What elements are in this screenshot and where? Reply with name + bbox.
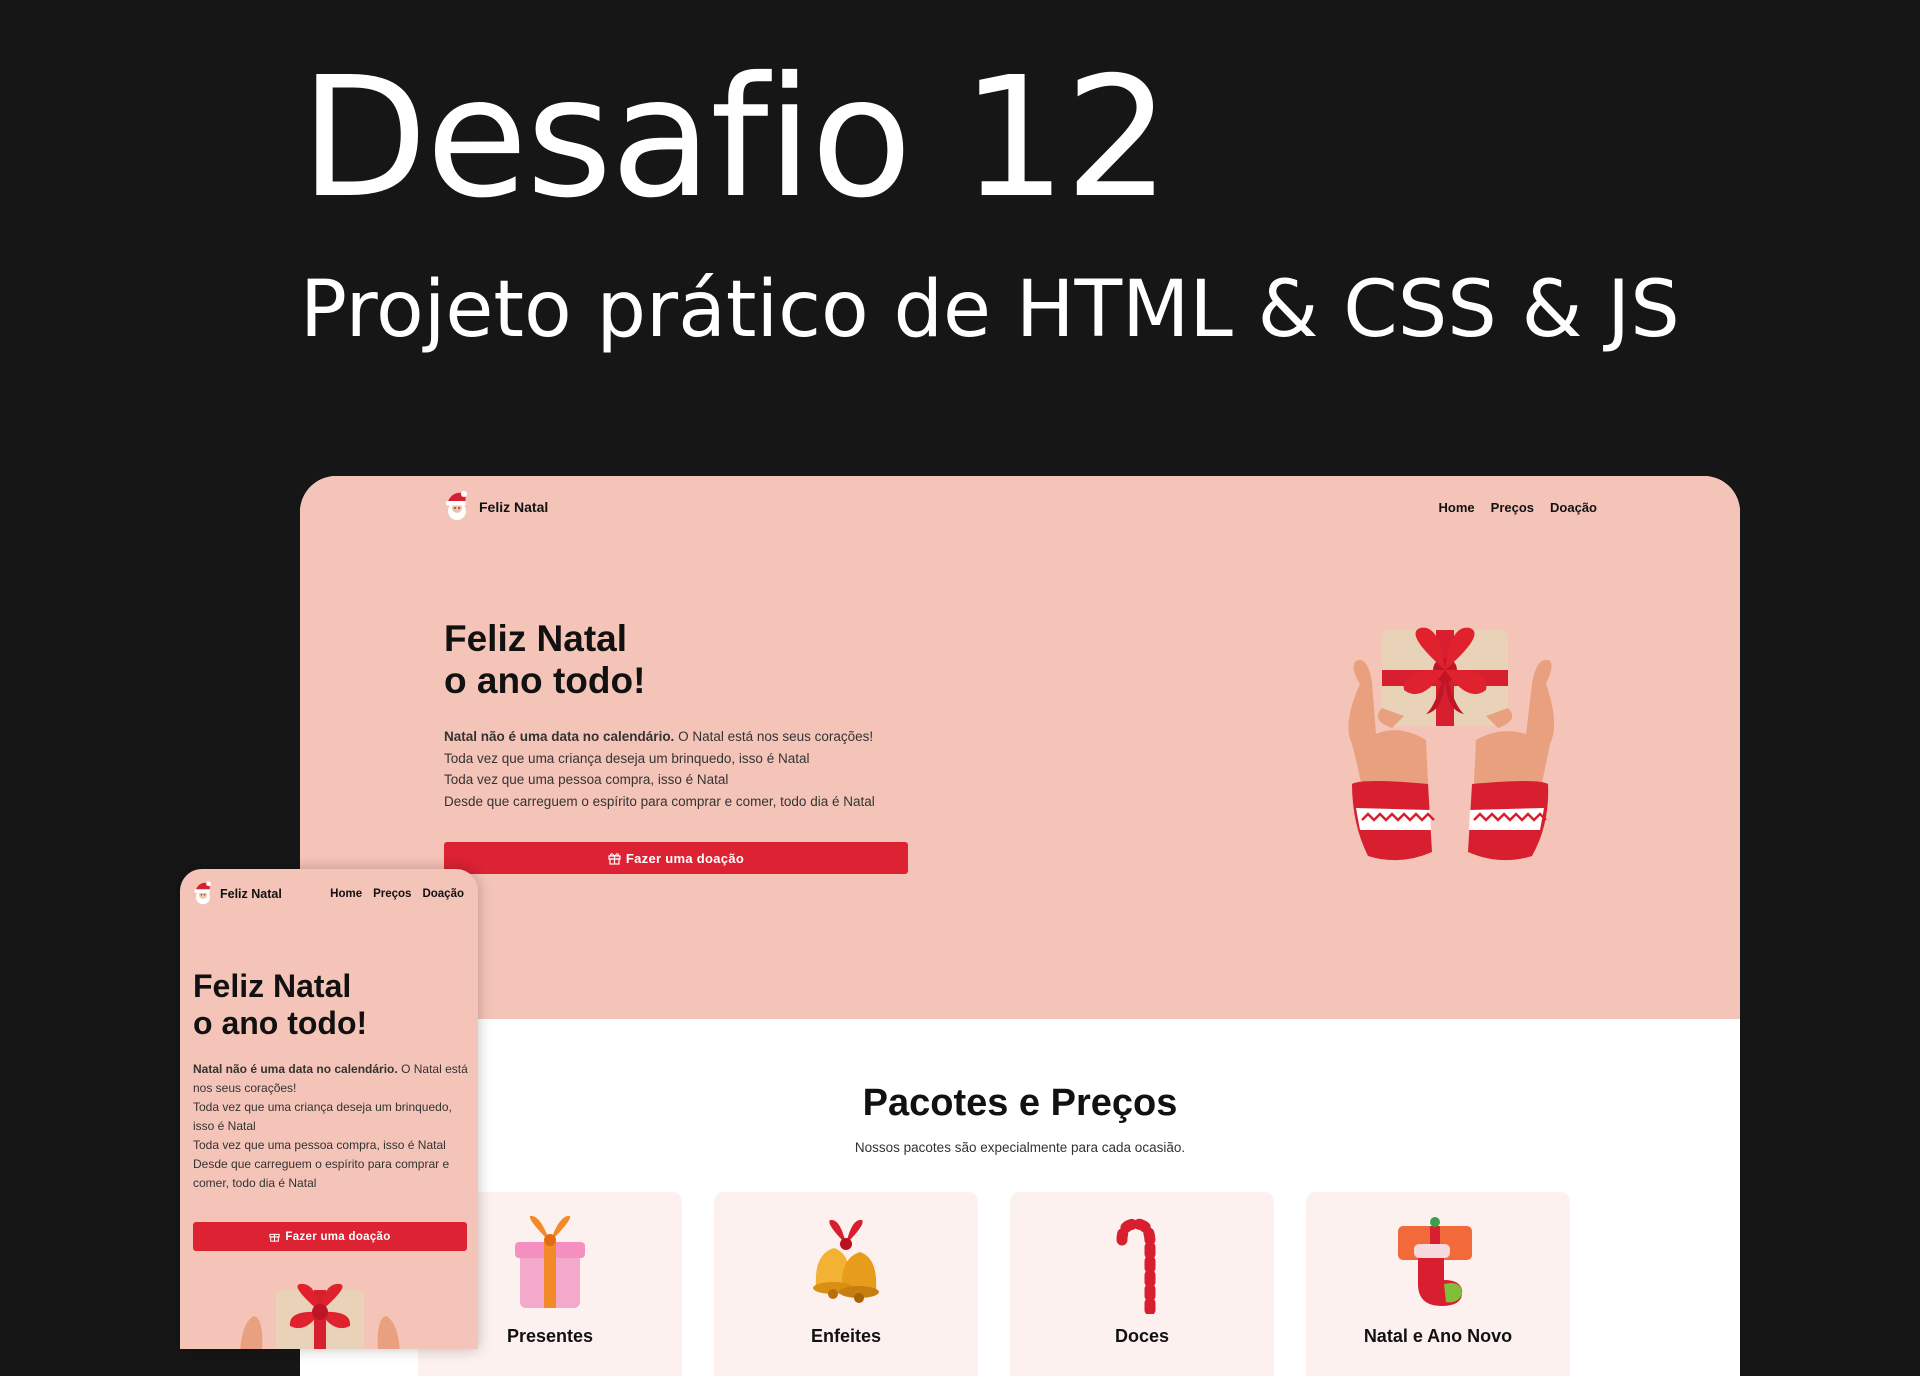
mobile-nav-home-link[interactable]: Home	[330, 888, 362, 900]
donate-button[interactable]: Fazer uma doação	[444, 842, 908, 874]
nav-precos-link[interactable]: Preços	[1491, 500, 1534, 515]
section-subtitle: Nossos pacotes são expecialmente para ca…	[854, 1140, 1186, 1155]
hands-holding-gift-icon	[1348, 627, 1555, 861]
navbar: Feliz Natal Home Preços Doação	[443, 490, 1597, 524]
card-title: Enfeites	[810, 1326, 882, 1346]
santa-logo-icon	[194, 881, 211, 905]
card-enfeites[interactable]: Enfeites	[714, 1192, 978, 1376]
hands-holding-gift-icon	[240, 1283, 400, 1349]
mobile-donate-button[interactable]: Fazer uma doação	[193, 1222, 467, 1251]
nav-links: Home Preços Doação	[1439, 500, 1597, 515]
desktop-mockup: Feliz Natal Home Preços Doação Feliz Nat…	[300, 476, 1740, 1376]
gift-small-icon	[608, 852, 621, 865]
mobile-brand-name: Feliz Natal	[220, 887, 282, 901]
gift-small-icon	[269, 1233, 281, 1242]
mobile-donate-button-label: Fazer uma doação	[285, 1230, 391, 1243]
section-title: Pacotes e Preços	[862, 1082, 1178, 1124]
gift-icon	[515, 1215, 585, 1308]
bells-icon	[813, 1219, 879, 1303]
candy-cane-icon	[1116, 1218, 1156, 1314]
mobile-hero-text-bold: Natal não é uma data no calendário.	[193, 1062, 398, 1076]
mobile-hero-title-line2: o ano todo!	[193, 1005, 368, 1041]
card-title: Doces	[1114, 1326, 1170, 1346]
mobile-brand[interactable]: Feliz Natal	[192, 880, 282, 908]
mobile-navbar: Feliz Natal Home Preços Doação	[192, 879, 464, 909]
stocking-icon	[1398, 1217, 1472, 1306]
mobile-nav-precos-link[interactable]: Preços	[373, 888, 411, 900]
mobile-hero-text-line2: Toda vez que uma criança deseja um brinq…	[193, 1100, 452, 1133]
mobile-nav-links: Home Preços Doação	[330, 888, 464, 900]
donate-button-label: Fazer uma doação	[625, 850, 745, 866]
hero-text-bold: Natal não é uma data no calendário.	[444, 729, 675, 744]
hero-text-line4: Desde que carreguem o espírito para comp…	[444, 793, 875, 809]
mobile-mockup: Feliz Natal Home Preços Doação Feliz Nat…	[180, 869, 478, 1349]
page-title: Desafio 12	[300, 42, 1170, 235]
mobile-hero-title-line1: Feliz Natal	[193, 968, 352, 1004]
hero-text: Natal não é uma data no calendário. O Na…	[444, 726, 944, 812]
hero-title-line2: o ano todo!	[444, 660, 646, 701]
hero-text-rest: O Natal está nos seus corações!	[674, 729, 874, 744]
nav-home-link[interactable]: Home	[1439, 500, 1475, 515]
mobile-hero-text-line3: Toda vez que uma pessoa compra, isso é N…	[193, 1138, 446, 1152]
brand-name: Feliz Natal	[479, 499, 549, 515]
mobile-hero-text-line4: Desde que carreguem o espírito para comp…	[193, 1157, 450, 1190]
nav-doacao-link[interactable]: Doação	[1550, 500, 1597, 515]
card-natal-ano-novo[interactable]: Natal e Ano Novo	[1306, 1192, 1570, 1376]
hero-title: Feliz Natal o ano todo!	[444, 618, 645, 702]
mobile-hero-text: Natal não é uma data no calendário. O Na…	[193, 1060, 475, 1193]
card-doces[interactable]: Doces	[1010, 1192, 1274, 1376]
mobile-hero-title: Feliz Natal o ano todo!	[193, 968, 367, 1042]
page-subtitle: Projeto prático de HTML & CSS & JS	[300, 265, 1680, 355]
mobile-nav-doacao-link[interactable]: Doação	[422, 888, 464, 900]
hero-title-line1: Feliz Natal	[444, 618, 627, 659]
card-title: Natal e Ano Novo	[1363, 1326, 1513, 1346]
hero-section: Feliz Natal Home Preços Doação Feliz Nat…	[300, 476, 1740, 1019]
hero-text-line2: Toda vez que uma criança deseja um brinq…	[444, 750, 810, 766]
santa-logo-icon	[446, 491, 467, 520]
brand[interactable]: Feliz Natal	[443, 490, 548, 524]
hero-text-line3: Toda vez que uma pessoa compra, isso é N…	[444, 772, 729, 787]
